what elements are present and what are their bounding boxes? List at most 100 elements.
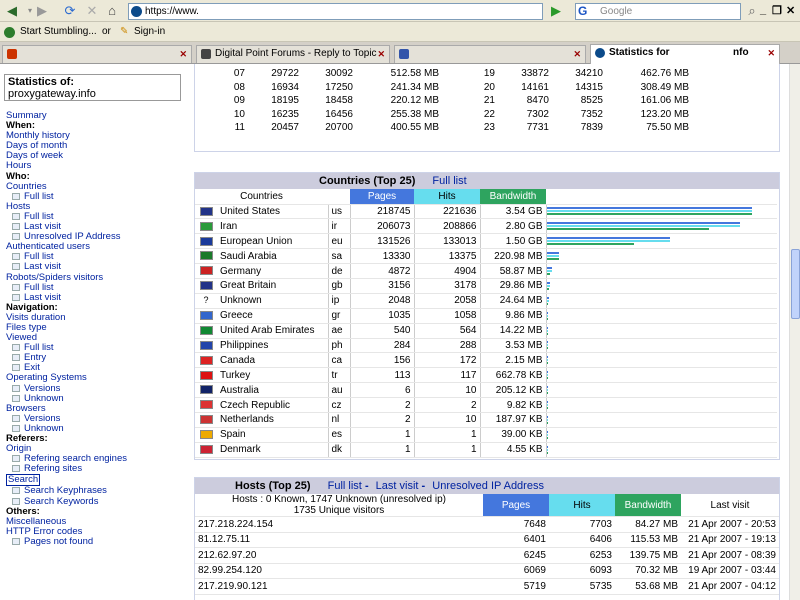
subitem-icon: [12, 192, 20, 200]
country-bars: [545, 367, 777, 384]
hits-bar: [546, 329, 548, 332]
bandwidth-bar: [546, 362, 548, 365]
country-name: United States: [217, 204, 328, 220]
hour-value-cell: 20457: [271, 122, 299, 134]
statistics-of-box: Statistics of: proxygateway.info: [4, 74, 181, 101]
stop-icon[interactable]: ✕: [84, 3, 100, 19]
pages-bar: [546, 445, 548, 448]
pages-bar: [546, 222, 740, 225]
country-code: gb: [327, 278, 350, 294]
subitem-icon: [12, 497, 20, 505]
close-window-icon[interactable]: ✕: [786, 4, 795, 17]
hits-bar: [546, 359, 548, 362]
country-hits: 172: [413, 352, 480, 369]
hits-bar: [546, 240, 670, 243]
hosts-header: Hosts (Top 25) Full list - Last visit - …: [195, 478, 779, 494]
page-content: Statistics of: proxygateway.info Summary…: [0, 64, 789, 600]
back-icon[interactable]: ◀: [4, 3, 20, 19]
country-bars: [545, 397, 777, 413]
bandwidth-bar: [546, 317, 548, 320]
sidebar-item-hours[interactable]: Hours: [6, 161, 190, 171]
tab-close-icon[interactable]: ✕: [179, 46, 187, 62]
countries-full-list-link[interactable]: Full list: [432, 175, 466, 187]
host-row: 81.12.75.11 6401 6406 115.53 MB 21 Apr 2007 …: [195, 532, 779, 548]
country-hits: 208866: [413, 218, 480, 235]
country-hits: 221636: [413, 204, 480, 220]
go-icon[interactable]: ▶: [548, 3, 564, 19]
start-stumbling-link[interactable]: Start Stumbling...: [20, 22, 97, 42]
country-code: us: [327, 204, 350, 220]
scrollbar-thumb[interactable]: [791, 249, 800, 319]
tab-close-icon[interactable]: ✕: [377, 46, 385, 62]
hosts-last-visit-link[interactable]: Last visit: [376, 480, 419, 492]
hour-value-cell: 16934: [271, 81, 299, 93]
tab-close-icon[interactable]: ✕: [767, 45, 775, 61]
country-bandwidth: 220.98 MB: [479, 248, 546, 265]
country-code: ca: [327, 352, 350, 369]
country-code: gr: [327, 308, 350, 324]
country-pages: 1: [349, 442, 414, 458]
hosts-full-list-link[interactable]: Full list: [328, 480, 362, 492]
sign-in-link[interactable]: Sign-in: [134, 22, 165, 42]
minimize-icon[interactable]: _: [760, 4, 766, 16]
hour-value-cell: 34210: [575, 68, 603, 80]
hour-cell: 19: [483, 68, 495, 80]
sidebar-subitem-pages-not-found[interactable]: Pages not found: [6, 536, 190, 547]
country-code: ae: [327, 323, 350, 339]
ip-flag-icon: ?: [199, 296, 213, 306]
sa-flag-icon: [199, 251, 213, 261]
tab-close-icon[interactable]: ✕: [573, 46, 581, 62]
restore-icon[interactable]: ❐: [772, 4, 782, 17]
country-bars: [545, 248, 777, 265]
country-name: Spain: [217, 427, 328, 443]
flag-cell: [195, 218, 217, 235]
tab-statistics[interactable]: Statistics for nfo ✕: [590, 44, 780, 64]
tab-2[interactable]: Digital Point Forums - Reply to Topic ✕: [196, 45, 390, 63]
country-hits: 1: [413, 442, 480, 458]
sidebar-subitem-label: Last visit: [24, 261, 61, 273]
hours-row: 11 20457 20700 400.55 MB 23 7731 7839 75.50 MB: [225, 121, 693, 135]
search-box[interactable]: G Google: [575, 3, 741, 20]
sidebar-subitem-full-list[interactable]: Full list: [6, 191, 190, 202]
hosts-unresolved-ip-link[interactable]: Unresolved IP Address: [432, 480, 544, 492]
host-bandwidth: 53.68 MB: [615, 578, 681, 595]
url-bar[interactable]: https://www.: [128, 3, 543, 20]
country-row: Saudi Arabia sa 13330 13375 220.98 MB: [195, 248, 777, 265]
country-hits: 564: [413, 323, 480, 339]
hits-bar: [546, 210, 752, 213]
country-bandwidth: 14.22 MB: [479, 323, 546, 339]
sidebar-subitem-refering-sites[interactable]: Refering sites: [6, 464, 190, 474]
host-bandwidth: 70.32 MB: [615, 563, 681, 579]
country-bandwidth: 58.87 MB: [479, 263, 546, 279]
country-pages: 206073: [349, 218, 414, 235]
country-hits: 10: [413, 382, 480, 399]
country-row: Philippines ph 284 288 3.53 MB: [195, 338, 777, 354]
bandwidth-bar: [546, 332, 548, 335]
hours-row: 09 18195 18458 220.12 MB 21 8470 8525 161.06 MB: [225, 94, 693, 108]
hour-value-cell: 16235: [271, 108, 299, 120]
reload-icon[interactable]: ⟳: [62, 3, 78, 19]
or-text: or: [102, 26, 111, 37]
sidebar-item-days-of-week[interactable]: Days of week: [6, 151, 190, 161]
eu-flag-icon: [199, 236, 213, 246]
search-go-icon[interactable]: ⌕: [744, 3, 760, 19]
host-hits: 7703: [549, 516, 615, 533]
country-row: Canada ca 156 172 2.15 MB: [195, 352, 777, 369]
pages-bar: [546, 252, 559, 255]
sidebar-subitem-last-visit[interactable]: Last visit: [6, 262, 190, 272]
vertical-scrollbar[interactable]: [789, 64, 800, 600]
country-code: au: [327, 382, 350, 399]
tab-1[interactable]: ✕: [2, 45, 192, 63]
home-icon[interactable]: ⌂: [104, 3, 120, 19]
countries-header: Countries (Top 25) Full list: [195, 173, 779, 189]
stumbleupon-icon: [4, 27, 15, 38]
country-pages: 2048: [349, 293, 414, 309]
tab-3[interactable]: ✕: [394, 45, 586, 63]
host-ip: 217.219.90.121: [195, 578, 483, 595]
hits-bar: [546, 225, 740, 228]
country-bandwidth: 39.00 KB: [479, 427, 546, 443]
forward-icon[interactable]: ▶: [34, 3, 50, 19]
subitem-icon: [12, 537, 20, 545]
country-pages: 218745: [349, 204, 414, 220]
us-flag-icon: [199, 206, 213, 216]
